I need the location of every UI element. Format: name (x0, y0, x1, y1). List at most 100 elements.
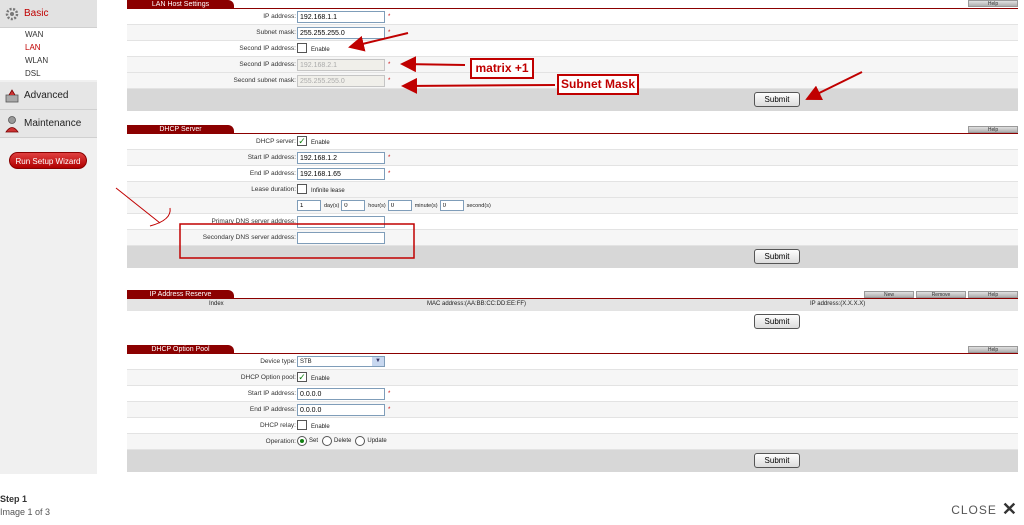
subnet-mask-input[interactable] (297, 27, 385, 39)
dhcp-start-label: Start IP address: (247, 154, 296, 161)
primary-dns-row: Primary DNS server address: (127, 214, 1018, 230)
annotation-subnet-label: Subnet Mask (557, 74, 639, 95)
reserve-remove-button[interactable]: Remove (916, 291, 966, 298)
option-pool-row: DHCP Option pool: ✓ Enable (127, 370, 1018, 386)
lease-row: Lease duration: Infinite lease (127, 182, 1018, 198)
lan-help-button[interactable]: Help (968, 0, 1018, 7)
second-ip-toggle-label: Second IP address: (239, 45, 296, 52)
nav-sub-dsl[interactable]: DSL (0, 67, 97, 80)
second-mask-label: Second subnet mask: (233, 77, 296, 84)
hours-unit: hour(s) (368, 202, 386, 209)
nav-maintenance[interactable]: Maintenance (0, 110, 97, 138)
pool-submit-button[interactable]: Submit (754, 453, 800, 468)
required-mark: * (388, 171, 391, 177)
secondary-dns-input[interactable] (297, 232, 385, 244)
subnet-mask-label: Subnet mask: (256, 29, 296, 36)
dhcp-submit-button[interactable]: Submit (754, 249, 800, 264)
relay-row: DHCP relay: Enable (127, 418, 1018, 434)
lease-days-input[interactable] (297, 200, 321, 211)
op-delete-radio[interactable] (322, 436, 333, 446)
lease-duration-row: day(s) hour(s) minute(s) second(s) (127, 198, 1018, 214)
nav-maintenance-label: Maintenance (24, 118, 82, 129)
primary-dns-input[interactable] (297, 216, 385, 228)
pool-section-header: DHCP Option Pool Help (127, 345, 1018, 354)
subnet-mask-row: Subnet mask: * (127, 25, 1018, 41)
reserve-table-header: Index MAC address:(AA:BB:CC:DD:EE:FF) IP… (127, 299, 1018, 311)
primary-dns-label: Primary DNS server address: (211, 218, 296, 225)
image-counter: Image 1 of 3 (0, 507, 51, 517)
lan-submit-button[interactable]: Submit (754, 92, 800, 107)
required-mark: * (388, 391, 391, 397)
lan-section-header: LAN Host Settings Help (127, 0, 1018, 9)
pool-help-button[interactable]: Help (968, 346, 1018, 353)
ip-address-row: IP address: * (127, 9, 1018, 25)
dhcp-server-checkbox[interactable]: ✓ (297, 136, 307, 146)
lease-minutes-input[interactable] (387, 200, 412, 211)
pool-start-label: Start IP address: (247, 390, 296, 397)
sidebar: Basic WAN LAN WLAN DSL Advanced Maintena… (0, 0, 97, 474)
secondary-dns-label: Secondary DNS server address: (202, 234, 296, 241)
dhcp-end-row: End IP address: * (127, 166, 1018, 182)
required-mark: * (388, 14, 391, 20)
ip-address-input[interactable] (297, 11, 385, 23)
op-set-radio[interactable] (297, 436, 307, 446)
reserve-section-header: IP Address Reserve New Remove Help (127, 290, 1018, 299)
pool-section-title: DHCP Option Pool (127, 345, 234, 354)
dhcp-section-title: DHCP Server (127, 125, 234, 134)
nav-basic[interactable]: Basic (0, 0, 97, 28)
reserve-help-button[interactable]: Help (968, 291, 1018, 298)
lease-hours-input[interactable] (341, 200, 366, 211)
reserve-new-button[interactable]: New (864, 291, 914, 298)
nav-sub-wan[interactable]: WAN (0, 28, 97, 41)
nav-sub-lan[interactable]: LAN (0, 41, 97, 54)
close-icon[interactable]: ✕ (1002, 499, 1018, 520)
infinite-lease-label: Infinite lease (311, 188, 345, 194)
chevron-down-icon[interactable]: ▼ (372, 357, 384, 366)
dhcp-section-header: DHCP Server Help (127, 125, 1018, 134)
required-mark: * (388, 62, 391, 68)
pool-end-input[interactable] (297, 404, 385, 416)
secondary-dns-row: Secondary DNS server address: (127, 230, 1018, 246)
nav-basic-label: Basic (24, 8, 49, 19)
dhcp-section: DHCP Server Help DHCP server: ✓ Enable St… (127, 125, 1018, 268)
second-mask-input[interactable] (297, 75, 385, 87)
nav-sub-wlan[interactable]: WLAN (0, 54, 97, 67)
col-index: Index (209, 301, 224, 307)
relay-checkbox[interactable] (297, 420, 307, 430)
dhcp-end-input[interactable] (297, 168, 385, 180)
tools-icon (0, 88, 24, 104)
op-set-label: Set (309, 438, 319, 444)
pool-end-label: End IP address: (249, 406, 296, 413)
nav-advanced[interactable]: Advanced (0, 82, 97, 110)
step-label: Step 1 (0, 494, 28, 504)
lease-seconds-input[interactable] (439, 200, 464, 211)
close-button[interactable]: CLOSE ✕ (951, 499, 1018, 520)
pool-start-row: Start IP address: * (127, 386, 1018, 402)
option-pool-checkbox[interactable]: ✓ (297, 372, 307, 382)
reserve-section-title: IP Address Reserve (127, 290, 234, 299)
seconds-unit: second(s) (466, 202, 491, 209)
required-mark: * (388, 30, 391, 36)
col-ip: IP address:(X.X.X.X) (810, 301, 866, 307)
infinite-lease-checkbox[interactable] (297, 184, 307, 194)
second-ip-input[interactable] (297, 59, 385, 71)
required-mark: * (388, 78, 391, 84)
dhcp-server-row: DHCP server: ✓ Enable (127, 134, 1018, 150)
col-mac: MAC address:(AA:BB:CC:DD:EE:FF) (427, 301, 527, 307)
op-delete-label: Delete (334, 438, 352, 444)
run-setup-wizard-button[interactable]: Run Setup Wizard (9, 152, 87, 169)
pool-start-input[interactable] (297, 388, 385, 400)
reserve-submit-button[interactable]: Submit (754, 314, 800, 329)
dhcp-start-input[interactable] (297, 152, 385, 164)
dhcp-help-button[interactable]: Help (968, 126, 1018, 133)
device-type-select[interactable]: STB ▼ (297, 356, 385, 367)
required-mark: * (388, 155, 391, 161)
option-pool-label: DHCP Option pool: (240, 374, 296, 381)
op-update-radio[interactable] (355, 436, 366, 446)
pool-submit-bar: Submit (127, 450, 1018, 472)
device-type-row: Device type: STB ▼ (127, 354, 1018, 370)
second-ip-checkbox[interactable] (297, 43, 307, 53)
second-ip-row: Second IP address: * (127, 57, 1018, 73)
device-type-label: Device type: (260, 358, 296, 365)
relay-label: DHCP relay: (259, 422, 296, 429)
